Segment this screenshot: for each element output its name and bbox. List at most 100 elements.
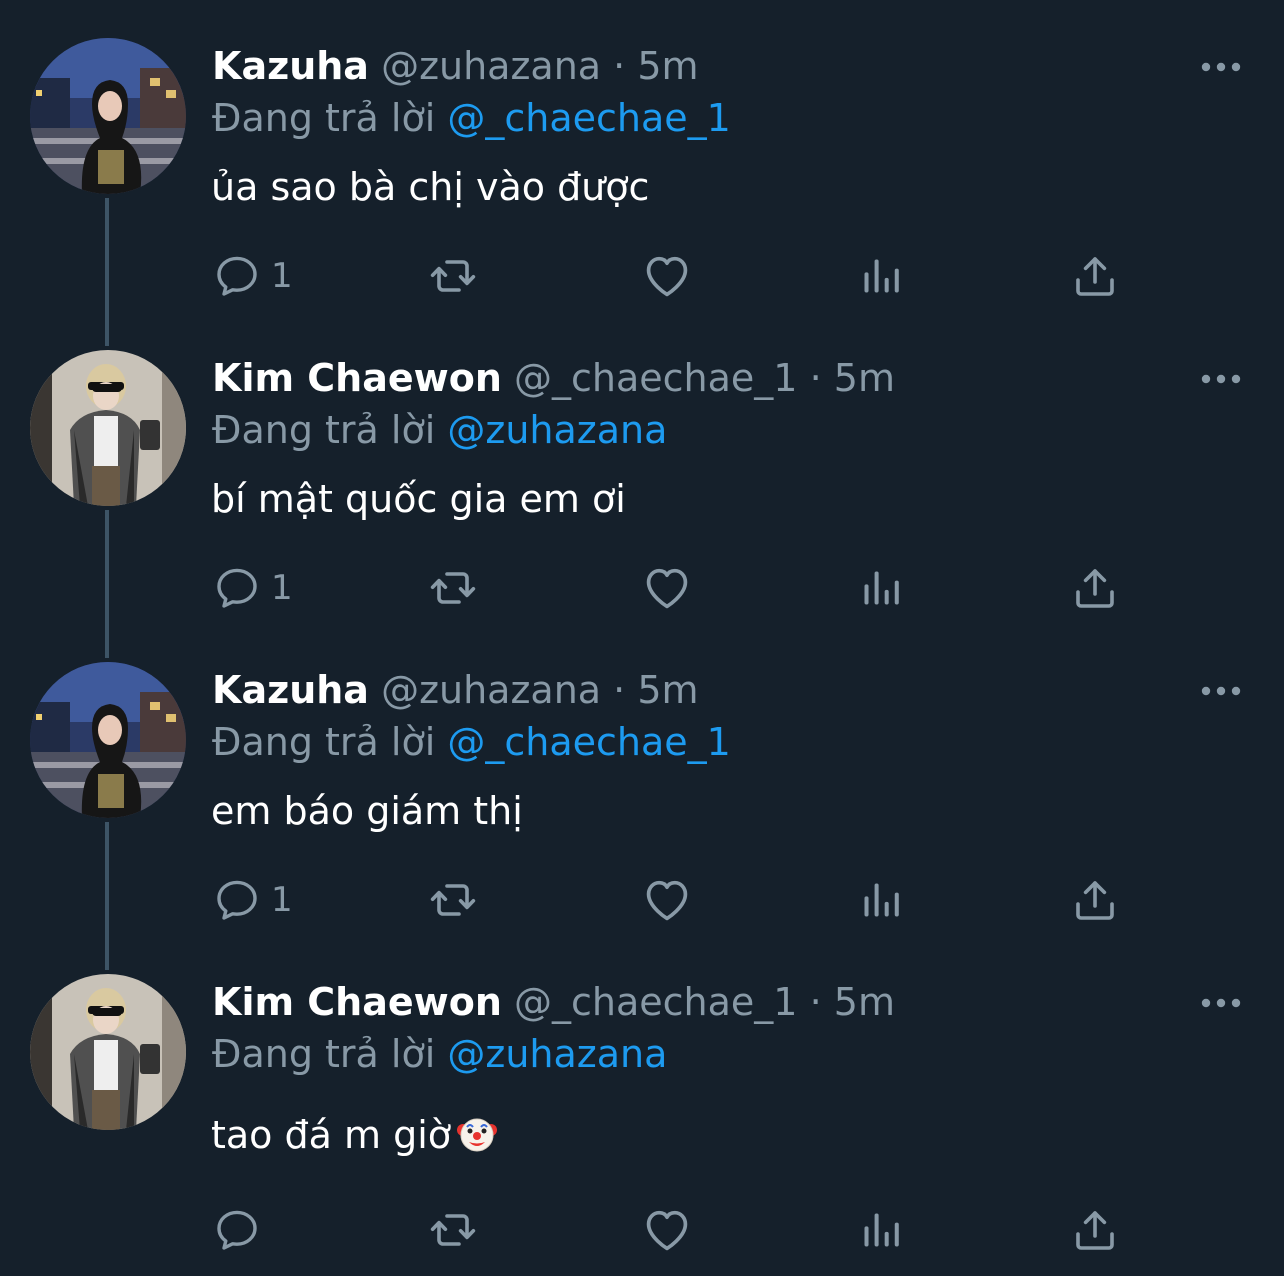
reply-icon <box>213 876 261 924</box>
tweet[interactable]: Kazuha @zuhazana · 5m Đang trả lời @_cha… <box>0 0 1284 312</box>
tweet-text-content: em báo giám thị <box>211 789 523 833</box>
share-button[interactable] <box>1071 1202 1119 1258</box>
reply-count: 1 <box>271 256 293 296</box>
tweet-header: Kim Chaewon @_chaechae_1 · 5m <box>212 978 895 1026</box>
tweet-text: em báo giám thị <box>211 786 523 836</box>
retweet-button[interactable] <box>426 560 480 616</box>
separator: · <box>613 44 626 88</box>
separator: · <box>809 980 822 1024</box>
reply-prefix: Đang trả lời <box>212 720 436 764</box>
share-icon <box>1071 252 1119 300</box>
reply-context: Đang trả lời @zuhazana <box>212 406 667 454</box>
views-icon <box>859 876 903 924</box>
reply-context: Đang trả lời @zuhazana <box>212 1030 667 1078</box>
timestamp[interactable]: 5m <box>637 668 698 712</box>
tweet-text-content: bí mật quốc gia em ơi <box>211 477 626 521</box>
reply-count: 1 <box>271 880 293 920</box>
display-name[interactable]: Kazuha <box>212 668 369 712</box>
tweet-text: tao đá m giờ <box>211 1110 498 1160</box>
share-icon <box>1071 876 1119 924</box>
tweet-text-content: tao đá m giờ <box>211 1113 452 1157</box>
reply-icon <box>213 564 261 612</box>
more-icon[interactable] <box>1196 364 1246 394</box>
more-icon[interactable] <box>1196 988 1246 1018</box>
reply-target-link[interactable]: @_chaechae_1 <box>447 96 730 140</box>
tweet-text: ủa sao bà chị vào được <box>211 162 649 212</box>
views-button[interactable] <box>859 872 903 928</box>
display-name[interactable]: Kazuha <box>212 44 369 88</box>
reply-prefix: Đang trả lời <box>212 96 436 140</box>
views-icon <box>859 564 903 612</box>
reply-prefix: Đang trả lời <box>212 1032 436 1076</box>
heart-icon <box>641 250 693 302</box>
views-button[interactable] <box>859 560 903 616</box>
action-bar: 1 <box>0 560 1284 616</box>
user-handle[interactable]: @zuhazana <box>381 668 601 712</box>
retweet-icon <box>426 252 480 300</box>
reply-button[interactable] <box>213 1202 271 1258</box>
tweet-header: Kim Chaewon @_chaechae_1 · 5m <box>212 354 895 402</box>
views-button[interactable] <box>859 1202 903 1258</box>
views-icon <box>859 252 903 300</box>
tweet[interactable]: Kim Chaewon @_chaechae_1 · 5m Đang trả l… <box>0 312 1284 624</box>
retweet-icon <box>426 876 480 924</box>
avatar[interactable] <box>30 662 186 818</box>
share-button[interactable] <box>1071 560 1119 616</box>
reply-target-link[interactable]: @zuhazana <box>447 408 667 452</box>
heart-icon <box>641 562 693 614</box>
reply-target-link[interactable]: @_chaechae_1 <box>447 720 730 764</box>
action-bar: 1 <box>0 872 1284 928</box>
avatar[interactable] <box>30 350 186 506</box>
reply-button[interactable]: 1 <box>213 248 293 304</box>
views-icon <box>859 1206 903 1254</box>
tweet-text: bí mật quốc gia em ơi <box>211 474 626 524</box>
reply-target-link[interactable]: @zuhazana <box>447 1032 667 1076</box>
reply-prefix: Đang trả lời <box>212 408 436 452</box>
share-icon <box>1071 1206 1119 1254</box>
retweet-icon <box>426 1206 480 1254</box>
reply-icon <box>213 252 261 300</box>
share-icon <box>1071 564 1119 612</box>
reply-icon <box>213 1206 261 1254</box>
share-button[interactable] <box>1071 248 1119 304</box>
action-bar: 1 <box>0 248 1284 304</box>
like-button[interactable] <box>641 560 693 616</box>
clown-face-emoji <box>457 1114 498 1154</box>
retweet-button[interactable] <box>426 872 480 928</box>
reply-count: 1 <box>271 568 293 608</box>
user-handle[interactable]: @zuhazana <box>381 44 601 88</box>
reply-button[interactable]: 1 <box>213 872 293 928</box>
tweet[interactable]: Kim Chaewon @_chaechae_1 · 5m Đang trả l… <box>0 936 1284 1248</box>
heart-icon <box>641 874 693 926</box>
separator: · <box>613 668 626 712</box>
tweet[interactable]: Kazuha @zuhazana · 5m Đang trả lời @_cha… <box>0 624 1284 936</box>
user-handle[interactable]: @_chaechae_1 <box>514 356 797 400</box>
more-icon[interactable] <box>1196 52 1246 82</box>
user-handle[interactable]: @_chaechae_1 <box>514 980 797 1024</box>
avatar[interactable] <box>30 38 186 194</box>
share-button[interactable] <box>1071 872 1119 928</box>
reply-context: Đang trả lời @_chaechae_1 <box>212 718 731 766</box>
separator: · <box>809 356 822 400</box>
tweet-text-content: ủa sao bà chị vào được <box>211 165 650 209</box>
retweet-button[interactable] <box>426 1202 480 1258</box>
avatar[interactable] <box>30 974 186 1130</box>
tweet-header: Kazuha @zuhazana · 5m <box>212 666 699 714</box>
retweet-icon <box>426 564 480 612</box>
heart-icon <box>641 1204 693 1256</box>
like-button[interactable] <box>641 872 693 928</box>
more-icon[interactable] <box>1196 676 1246 706</box>
reply-button[interactable]: 1 <box>213 560 293 616</box>
views-button[interactable] <box>859 248 903 304</box>
timestamp[interactable]: 5m <box>834 980 895 1024</box>
action-bar <box>0 1202 1284 1258</box>
display-name[interactable]: Kim Chaewon <box>212 980 502 1024</box>
timestamp[interactable]: 5m <box>834 356 895 400</box>
like-button[interactable] <box>641 248 693 304</box>
reply-context: Đang trả lời @_chaechae_1 <box>212 94 731 142</box>
like-button[interactable] <box>641 1202 693 1258</box>
timestamp[interactable]: 5m <box>637 44 698 88</box>
display-name[interactable]: Kim Chaewon <box>212 356 502 400</box>
tweet-header: Kazuha @zuhazana · 5m <box>212 42 699 90</box>
retweet-button[interactable] <box>426 248 480 304</box>
